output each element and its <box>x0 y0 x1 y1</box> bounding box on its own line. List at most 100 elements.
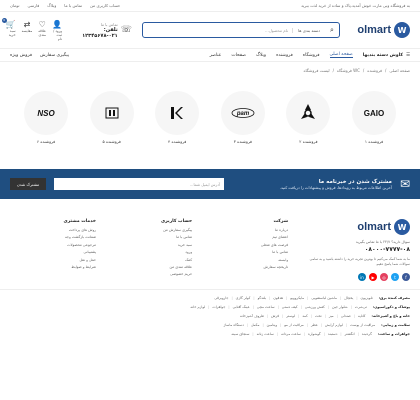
tag-link[interactable]: مراقبت از پوست <box>350 323 375 327</box>
tag-link[interactable]: عینک آفتابی <box>233 305 250 309</box>
footer-link[interactable]: وابسته <box>202 258 288 262</box>
tag-link[interactable]: تخت <box>315 314 322 318</box>
nav-item-elements[interactable]: عناصر <box>210 53 222 58</box>
tag-link[interactable]: لوازم خانه <box>190 305 205 309</box>
tag-link[interactable]: ماشین لباسشویی <box>311 296 337 300</box>
nav-item-home[interactable]: صفحه اصلی <box>329 52 353 58</box>
tag-link[interactable]: مکمل <box>251 323 259 327</box>
newsletter-subscribe-button[interactable]: مشترک شدن <box>10 178 46 190</box>
search-input[interactable]: نام محصول... <box>143 28 292 33</box>
vendor-card[interactable]: pam فروشنده ۳ <box>219 91 267 144</box>
header-icon-cart[interactable]: 🛒 0 سبد خرید <box>1 17 16 41</box>
vendor-card[interactable]: فروشنده ۴ <box>153 91 201 144</box>
header-icon-compare[interactable]: ⇄ مقایسه <box>22 20 33 41</box>
footer-logo[interactable]: W olmart <box>298 219 410 235</box>
tag-link[interactable]: لوستر <box>286 314 295 318</box>
tag-link[interactable]: مایکروویو <box>290 296 304 300</box>
contact-block[interactable]: ☏ تماس با ما تلفن: ۰۲۱-۱۲۳۴۵۶۷۸ <box>72 22 132 39</box>
breadcrumb-item[interactable]: فروشنده <box>367 68 382 73</box>
tag-link[interactable]: کاناپه <box>358 314 366 318</box>
facebook-icon[interactable]: f <box>402 273 410 281</box>
footer-link[interactable]: پشتیبانی <box>10 250 96 254</box>
tag-link[interactable]: کمد <box>302 314 308 318</box>
search-category-select[interactable]: دسته بندی ها <box>292 27 325 33</box>
site-logo[interactable]: W olmart <box>350 22 410 38</box>
tag-link[interactable]: تی‌شرت <box>355 305 367 309</box>
vendor-card[interactable]: GAIO فروشنده ۱ <box>350 91 398 144</box>
tag-link[interactable]: جاروبرقی <box>214 296 228 300</box>
footer-link[interactable]: اعضای تیم <box>202 235 288 239</box>
language-select[interactable]: فارسی <box>27 3 39 8</box>
newsletter-email-input[interactable]: آدرس ایمیل شما... <box>54 178 224 190</box>
special-sale-link[interactable]: فروش ویژه <box>10 53 32 58</box>
breadcrumb-item[interactable]: WC فروشگاه <box>337 68 360 73</box>
tag-link[interactable]: فرش <box>271 314 279 318</box>
tag-link[interactable]: کفش ورزشی <box>305 305 325 309</box>
nav-item-blog[interactable]: وبلاگ <box>256 53 266 58</box>
breadcrumb-item[interactable]: صفحه اصلی <box>389 68 410 73</box>
footer-link[interactable]: حریم خصوصی <box>106 272 192 276</box>
footer-link[interactable]: سبد خرید <box>106 243 192 247</box>
footer-link[interactable]: ضمانت بازگشت وجه <box>10 235 96 239</box>
tag-link[interactable]: ساعت مچی <box>257 305 275 309</box>
footer-link[interactable]: شرایط و ضوابط <box>10 265 96 269</box>
browse-categories[interactable]: ☰ کاوش دسته بندیها <box>363 53 410 58</box>
track-order-link[interactable]: پیگیری سفارش <box>40 53 69 58</box>
instagram-icon[interactable]: ◎ <box>380 273 388 281</box>
tag-link[interactable]: ساعت زنانه <box>257 332 274 336</box>
tag-link[interactable]: سنجاق سینه <box>231 332 249 336</box>
footer-link[interactable]: تماس با ما <box>106 235 192 239</box>
tag-link[interactable]: انگشتر <box>345 332 355 336</box>
top-link-account[interactable]: حساب کاربری من <box>90 3 120 8</box>
tag-link[interactable]: عطر <box>311 323 318 327</box>
footer-link[interactable]: پیگیری سفارش من <box>106 228 192 232</box>
footer-link[interactable]: ورود <box>106 250 192 254</box>
tag-link[interactable]: کیف دستی <box>282 305 298 309</box>
search-icon[interactable]: ⌕ <box>325 23 339 37</box>
tag-link[interactable]: میز <box>329 314 334 318</box>
youtube-icon[interactable]: ▶ <box>369 273 377 281</box>
nav-right-links: پیگیری سفارش فروش ویژه <box>10 53 69 58</box>
tag-link[interactable]: گردنبند <box>362 332 372 336</box>
tag-link[interactable]: هدفون <box>273 296 283 300</box>
tag-link[interactable]: ویتامین <box>267 323 277 327</box>
footer-link[interactable]: علاقه مندی من <box>106 265 193 269</box>
footer-link[interactable]: کمک <box>106 258 192 262</box>
tag-link[interactable]: ساعت مردانه <box>281 332 301 336</box>
tag-link[interactable]: لوازم آرایش <box>325 323 343 327</box>
currency-select[interactable]: تومان <box>10 3 19 8</box>
vendor-card[interactable]: فروشنده ۲ <box>284 91 332 144</box>
top-link-contact[interactable]: تماس با ما <box>64 3 82 8</box>
tag-link[interactable]: گوشواره <box>308 332 321 336</box>
tag-link[interactable]: شلوار جین <box>332 305 348 309</box>
nav-item-pages[interactable]: صفحات <box>231 53 246 58</box>
main-nav: ☰ کاوش دسته بندیها صفحه اصلی فروشگاه فرو… <box>0 48 420 62</box>
vendor-card[interactable]: NSO فروشنده ۶ <box>22 91 70 144</box>
vendor-card[interactable]: فروشنده ۵ <box>88 91 136 144</box>
footer-link[interactable]: حمل و نقل <box>10 258 96 262</box>
tag-link[interactable]: بلندگو <box>258 296 267 300</box>
footer-link[interactable]: مرجوعی محصولات <box>10 243 96 247</box>
twitter-icon[interactable]: t <box>391 273 399 281</box>
tag-link[interactable]: تلویزیون <box>361 296 373 300</box>
tag-link[interactable]: کولر گازی <box>236 296 251 300</box>
tag-link[interactable]: یخچال <box>344 296 353 300</box>
top-link-blog[interactable]: وبلاگ <box>47 3 56 8</box>
footer-link[interactable]: تماس با ما <box>202 250 288 254</box>
tag-link[interactable]: دستگاه ماساژ <box>224 323 244 327</box>
footer-link[interactable]: فرصت های شغلی <box>202 243 288 247</box>
tag-row: پوشاک و دکوراسیون: تی‌شرت | شلوار جین | کف… <box>190 305 410 309</box>
tag-link[interactable]: مراقبت از مو <box>284 323 304 327</box>
footer-link[interactable]: روش های پرداخت <box>10 228 96 232</box>
nav-item-shop[interactable]: فروشگاه <box>303 53 320 58</box>
header-icon-wishlist[interactable]: ♡ علاقه مندی <box>38 20 46 41</box>
tag-link[interactable]: دستبند <box>328 332 338 336</box>
tag-link[interactable]: صندلی <box>341 314 351 318</box>
linkedin-icon[interactable]: in <box>358 273 366 281</box>
nav-item-vendor[interactable]: فروشنده <box>276 53 293 58</box>
tag-link[interactable]: جواهرات <box>212 305 225 309</box>
tag-link[interactable]: ظروف آشپزخانه <box>240 314 264 318</box>
footer-link[interactable]: درباره ما <box>202 228 288 232</box>
footer-link[interactable]: تاریخچه سفارش <box>202 265 289 269</box>
header-icon-user[interactable]: 👤 ورود / ثبت نام <box>52 20 62 41</box>
